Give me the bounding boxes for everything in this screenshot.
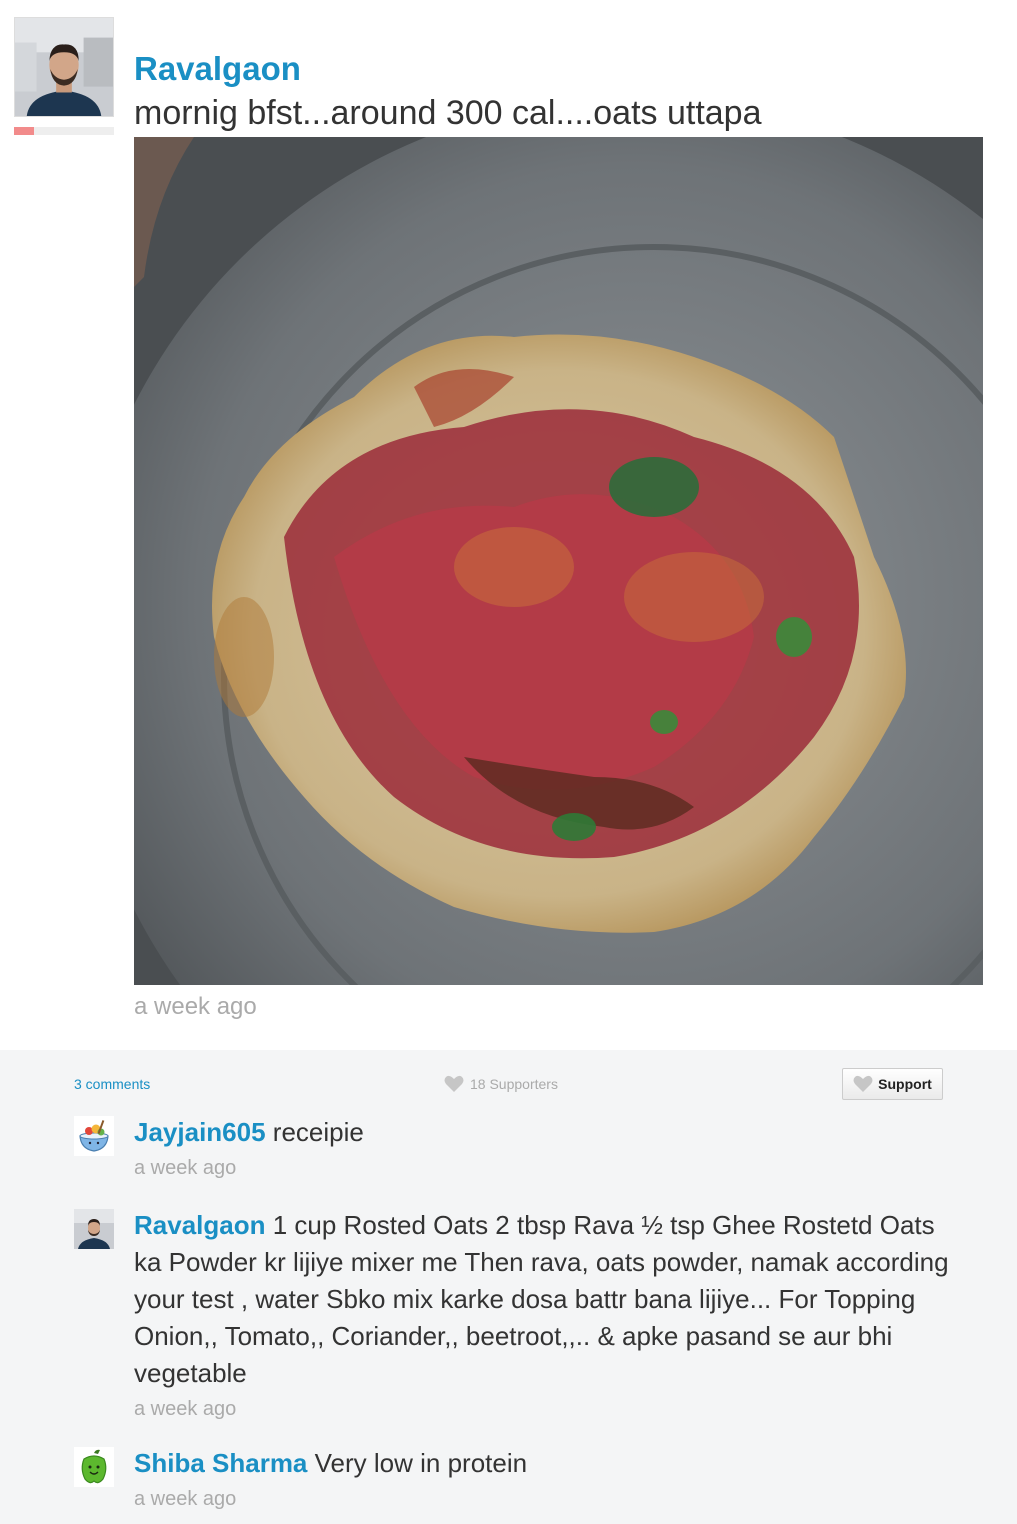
food-bowl-icon xyxy=(74,1116,114,1156)
comment-text-line: Ravalgaon 1 cup Rosted Oats 2 tbsp Rava … xyxy=(134,1207,954,1392)
author-avatar[interactable] xyxy=(14,17,114,117)
commenter-avatar[interactable] xyxy=(74,1447,114,1487)
post-photo[interactable] xyxy=(134,137,983,985)
user-photo-icon xyxy=(74,1209,114,1249)
post-author-name[interactable]: Ravalgaon xyxy=(134,50,301,88)
comment-author[interactable]: Shiba Sharma xyxy=(134,1448,307,1478)
level-progress-fill xyxy=(14,127,34,135)
comment-author[interactable]: Ravalgaon xyxy=(134,1210,266,1240)
support-button[interactable]: Support xyxy=(842,1068,943,1100)
supporters-label: 18 Supporters xyxy=(470,1076,558,1092)
post-card: Ravalgaon mornig bfst...around 300 cal..… xyxy=(0,0,1017,1050)
post-timestamp: a week ago xyxy=(134,993,257,1020)
commenter-avatar[interactable] xyxy=(74,1209,114,1249)
post-actions-bar: 3 comments 18 Supporters Support xyxy=(0,1050,1017,1118)
comment-timestamp: a week ago xyxy=(134,1488,237,1510)
comment-timestamp: a week ago xyxy=(134,1398,237,1420)
comment-text-line: Jayjain605 receipie xyxy=(134,1114,954,1151)
comment-body: Jayjain605 receipie a week ago xyxy=(134,1114,954,1183)
comment-timestamp: a week ago xyxy=(134,1157,237,1179)
heart-icon xyxy=(444,1075,464,1092)
user-photo-icon xyxy=(15,18,113,116)
comment-text-line: Shiba Sharma Very low in protein xyxy=(134,1445,954,1482)
uttapam-photo-image xyxy=(134,137,983,985)
supporters-count[interactable]: 18 Supporters xyxy=(444,1075,558,1093)
comment-body: Ravalgaon 1 cup Rosted Oats 2 tbsp Rava … xyxy=(134,1207,954,1424)
comments-section: 3 comments 18 Supporters Support Jayjain… xyxy=(0,1050,1017,1524)
comment-count-link[interactable]: 3 comments xyxy=(74,1076,150,1092)
commenter-avatar[interactable] xyxy=(74,1116,114,1156)
green-pepper-icon xyxy=(74,1447,114,1487)
support-button-label: Support xyxy=(878,1076,932,1092)
comment-body: Shiba Sharma Very low in protein a week … xyxy=(134,1445,954,1514)
post-text: mornig bfst...around 300 cal....oats utt… xyxy=(134,94,762,132)
level-progress-bar xyxy=(14,127,114,135)
comment-text: Very low in protein xyxy=(314,1448,528,1478)
heart-icon xyxy=(853,1075,873,1092)
comment-author[interactable]: Jayjain605 xyxy=(134,1117,266,1147)
comment-text: receipie xyxy=(272,1117,364,1147)
